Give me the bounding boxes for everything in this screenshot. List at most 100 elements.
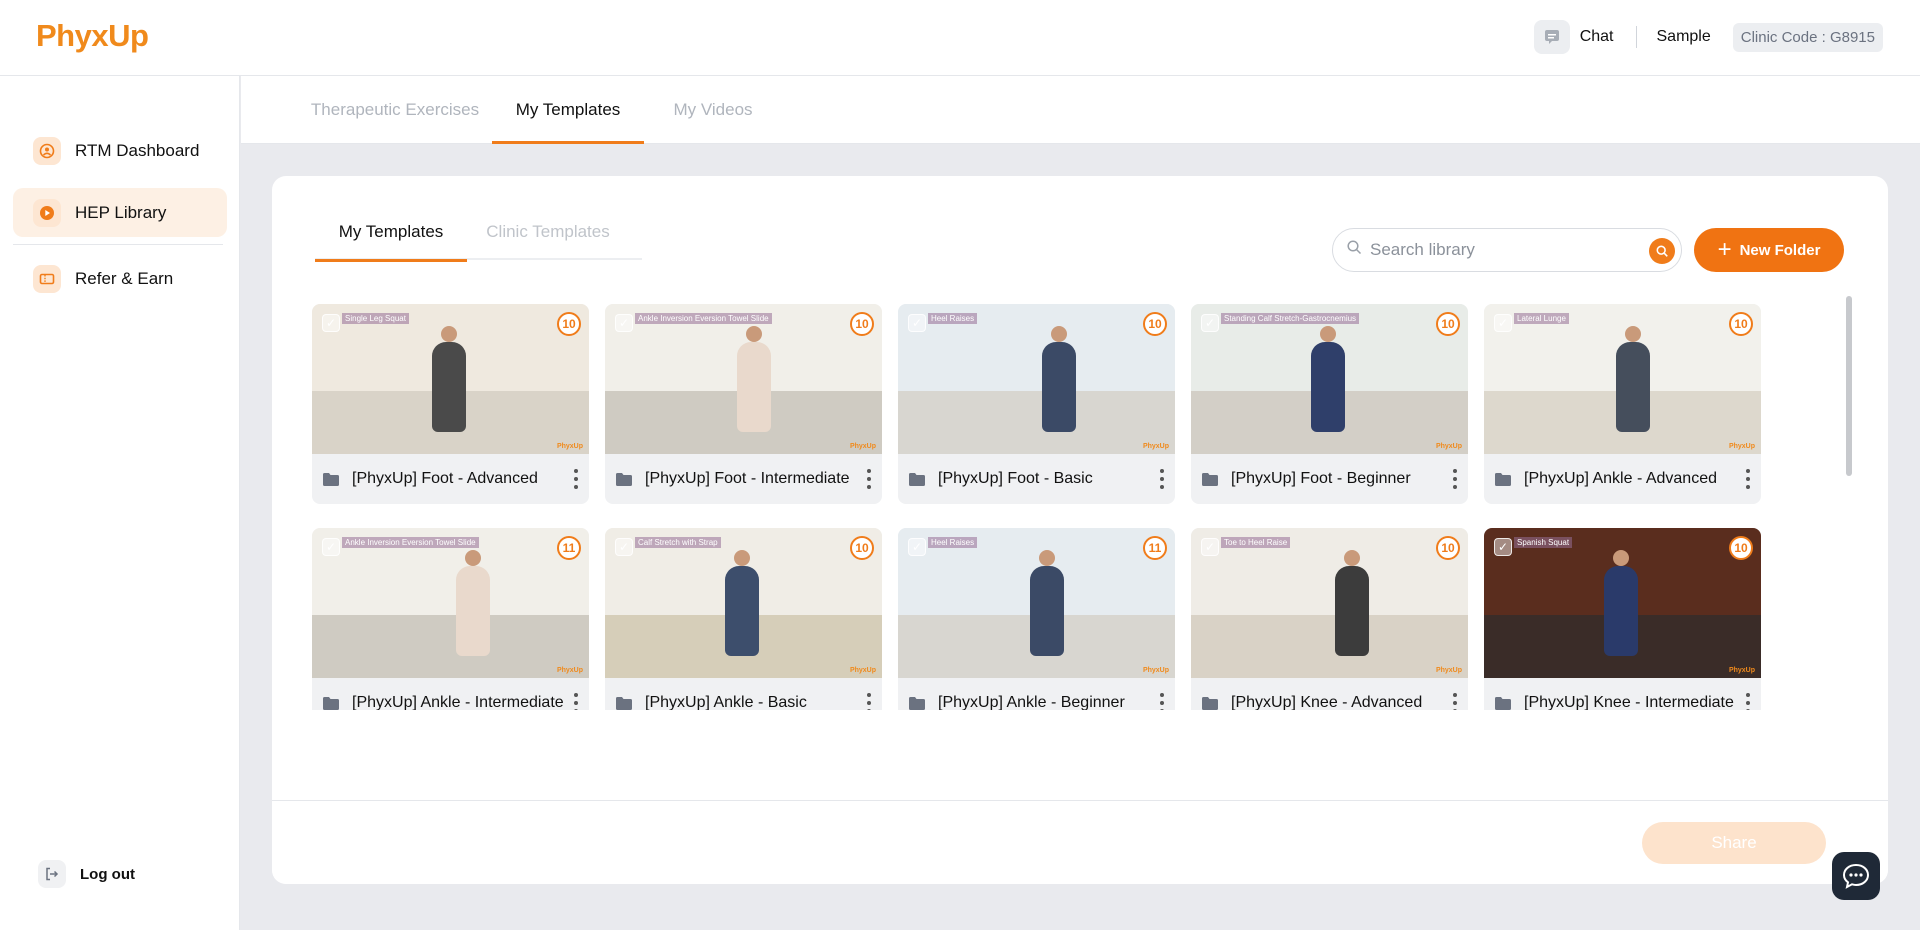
chat-icon[interactable] — [1533, 20, 1570, 54]
more-options-icon[interactable] — [1159, 469, 1165, 489]
select-checkbox[interactable]: ✓ — [908, 314, 926, 332]
template-card-footer: [PhyxUp] Ankle - Intermediate — [312, 678, 589, 710]
template-title[interactable]: [PhyxUp] Knee - Intermediate — [1524, 694, 1734, 710]
more-options-icon[interactable] — [1159, 693, 1165, 710]
more-options-icon[interactable] — [1745, 693, 1751, 710]
thumbnail-floor — [312, 615, 589, 678]
template-card[interactable]: ✓ Spanish Squat 10 PhyxUp [PhyxUp] Knee - In… — [1484, 528, 1761, 710]
exercise-figure-head — [1051, 326, 1067, 342]
select-checkbox[interactable]: ✓ — [1494, 538, 1512, 556]
clinic-code-badge: Clinic Code : G8915 — [1732, 22, 1883, 52]
template-thumbnail[interactable]: ✓ Ankle Inversion Eversion Towel Slide 10 P… — [605, 304, 882, 454]
search-input[interactable] — [1370, 240, 1640, 260]
exercise-figure — [432, 342, 466, 432]
exercise-figure — [1335, 566, 1369, 656]
exercise-count-badge: 10 — [557, 312, 581, 336]
template-card[interactable]: ✓ Heel Raises 11 PhyxUp [PhyxUp] Ankle - Beg… — [898, 528, 1175, 710]
subtab-my-templates[interactable]: My Templates — [315, 220, 467, 262]
exercise-figure-head — [734, 550, 750, 566]
logout-icon — [38, 860, 66, 888]
more-options-icon[interactable] — [866, 469, 872, 489]
template-title[interactable]: [PhyxUp] Ankle - Basic — [645, 694, 807, 710]
exercise-figure — [1311, 342, 1345, 432]
template-card[interactable]: ✓ Standing Calf Stretch-Gastrocnemius 10 Ph… — [1191, 304, 1468, 504]
template-card[interactable]: ✓ Lateral Lunge 10 PhyxUp [PhyxUp] Ankle - A… — [1484, 304, 1761, 504]
more-options-icon[interactable] — [573, 469, 579, 489]
search-submit-button[interactable] — [1649, 238, 1675, 264]
template-card-footer: [PhyxUp] Foot - Advanced — [312, 454, 589, 504]
select-checkbox[interactable]: ✓ — [615, 538, 633, 556]
template-title[interactable]: [PhyxUp] Ankle - Advanced — [1524, 470, 1717, 488]
more-options-icon[interactable] — [1452, 693, 1458, 710]
template-card[interactable]: ✓ Single Leg Squat 10 PhyxUp [PhyxUp] Foot -… — [312, 304, 589, 504]
scrollbar-thumb[interactable] — [1846, 296, 1852, 476]
template-thumbnail[interactable]: ✓ Lateral Lunge 10 PhyxUp — [1484, 304, 1761, 454]
user-name[interactable]: Sample — [1657, 28, 1711, 46]
exercise-figure — [1604, 566, 1638, 656]
template-title[interactable]: [PhyxUp] Knee - Advanced — [1231, 694, 1422, 710]
new-folder-button[interactable]: + New Folder — [1694, 228, 1844, 272]
template-thumbnail[interactable]: ✓ Heel Raises 11 PhyxUp — [898, 528, 1175, 678]
tab-my-videos[interactable]: My Videos — [661, 76, 765, 144]
template-card-footer: [PhyxUp] Knee - Advanced — [1191, 678, 1468, 710]
exercise-figure — [1030, 566, 1064, 656]
watermark: PhyxUp — [1435, 667, 1462, 674]
logout-button[interactable]: Log out — [38, 860, 135, 888]
templates-panel: My Templates Clinic Templates + New Fold… — [272, 176, 1888, 884]
template-thumbnail[interactable]: ✓ Ankle Inversion Eversion Towel Slide 11 P… — [312, 528, 589, 678]
watermark: PhyxUp — [1142, 443, 1169, 450]
watermark: PhyxUp — [1435, 443, 1462, 450]
template-thumbnail[interactable]: ✓ Toe to Heel Raise 10 PhyxUp — [1191, 528, 1468, 678]
tab-my-templates[interactable]: My Templates — [492, 76, 644, 144]
template-title[interactable]: [PhyxUp] Foot - Basic — [938, 470, 1093, 488]
template-thumbnail[interactable]: ✓ Single Leg Squat 10 PhyxUp — [312, 304, 589, 454]
exercise-label: Ankle Inversion Eversion Towel Slide — [635, 313, 772, 324]
more-options-icon[interactable] — [1452, 469, 1458, 489]
more-options-icon[interactable] — [1745, 469, 1751, 489]
folder-icon — [908, 696, 926, 711]
template-title[interactable]: [PhyxUp] Foot - Beginner — [1231, 470, 1411, 488]
search-icon — [1656, 245, 1668, 257]
template-card-footer: [PhyxUp] Foot - Beginner — [1191, 454, 1468, 504]
folder-icon — [615, 696, 633, 711]
template-title[interactable]: [PhyxUp] Ankle - Beginner — [938, 694, 1125, 710]
tab-therapeutic-exercises[interactable]: Therapeutic Exercises — [291, 76, 499, 144]
select-checkbox[interactable]: ✓ — [1201, 314, 1219, 332]
template-thumbnail[interactable]: ✓ Spanish Squat 10 PhyxUp — [1484, 528, 1761, 678]
chat-link[interactable]: Chat — [1580, 28, 1614, 46]
template-thumbnail[interactable]: ✓ Calf Stretch with Strap 10 PhyxUp — [605, 528, 882, 678]
chat-bubble-icon — [1842, 863, 1870, 889]
select-checkbox[interactable]: ✓ — [1494, 314, 1512, 332]
template-card[interactable]: ✓ Ankle Inversion Eversion Towel Slide 11 P… — [312, 528, 589, 710]
grid-scrollbar[interactable] — [1844, 292, 1854, 710]
sidebar-item-hep-library[interactable]: HEP Library — [13, 188, 227, 237]
support-chat-button[interactable] — [1832, 852, 1880, 900]
exercise-label: Lateral Lunge — [1514, 313, 1569, 324]
template-thumbnail[interactable]: ✓ Standing Calf Stretch-Gastrocnemius 10 Ph… — [1191, 304, 1468, 454]
logo[interactable]: PhyxUp — [36, 18, 149, 54]
sidebar-item-rtm-dashboard[interactable]: RTM Dashboard — [13, 126, 227, 175]
exercise-figure-head — [441, 326, 457, 342]
template-title[interactable]: [PhyxUp] Foot - Advanced — [352, 470, 538, 488]
more-options-icon[interactable] — [573, 693, 579, 710]
select-checkbox[interactable]: ✓ — [322, 538, 340, 556]
template-card-footer: [PhyxUp] Ankle - Advanced — [1484, 454, 1761, 504]
template-card[interactable]: ✓ Toe to Heel Raise 10 PhyxUp [PhyxUp] Knee … — [1191, 528, 1468, 710]
template-card[interactable]: ✓ Heel Raises 10 PhyxUp [PhyxUp] Foot - Basi… — [898, 304, 1175, 504]
sidebar-item-refer-earn[interactable]: Refer & Earn — [13, 254, 227, 303]
template-title[interactable]: [PhyxUp] Foot - Intermediate — [645, 470, 850, 488]
template-thumbnail[interactable]: ✓ Heel Raises 10 PhyxUp — [898, 304, 1175, 454]
subtab-clinic-templates[interactable]: Clinic Templates — [473, 220, 623, 260]
template-card[interactable]: ✓ Ankle Inversion Eversion Towel Slide 10 P… — [605, 304, 882, 504]
select-checkbox[interactable]: ✓ — [908, 538, 926, 556]
exercise-count-badge: 10 — [850, 312, 874, 336]
more-options-icon[interactable] — [866, 693, 872, 710]
select-checkbox[interactable]: ✓ — [322, 314, 340, 332]
select-checkbox[interactable]: ✓ — [1201, 538, 1219, 556]
select-checkbox[interactable]: ✓ — [615, 314, 633, 332]
ticket-icon — [33, 264, 61, 293]
exercise-count-badge: 10 — [1729, 536, 1753, 560]
template-card[interactable]: ✓ Calf Stretch with Strap 10 PhyxUp [PhyxUp]… — [605, 528, 882, 710]
share-button[interactable]: Share — [1642, 822, 1826, 864]
template-title[interactable]: [PhyxUp] Ankle - Intermediate — [352, 694, 564, 710]
